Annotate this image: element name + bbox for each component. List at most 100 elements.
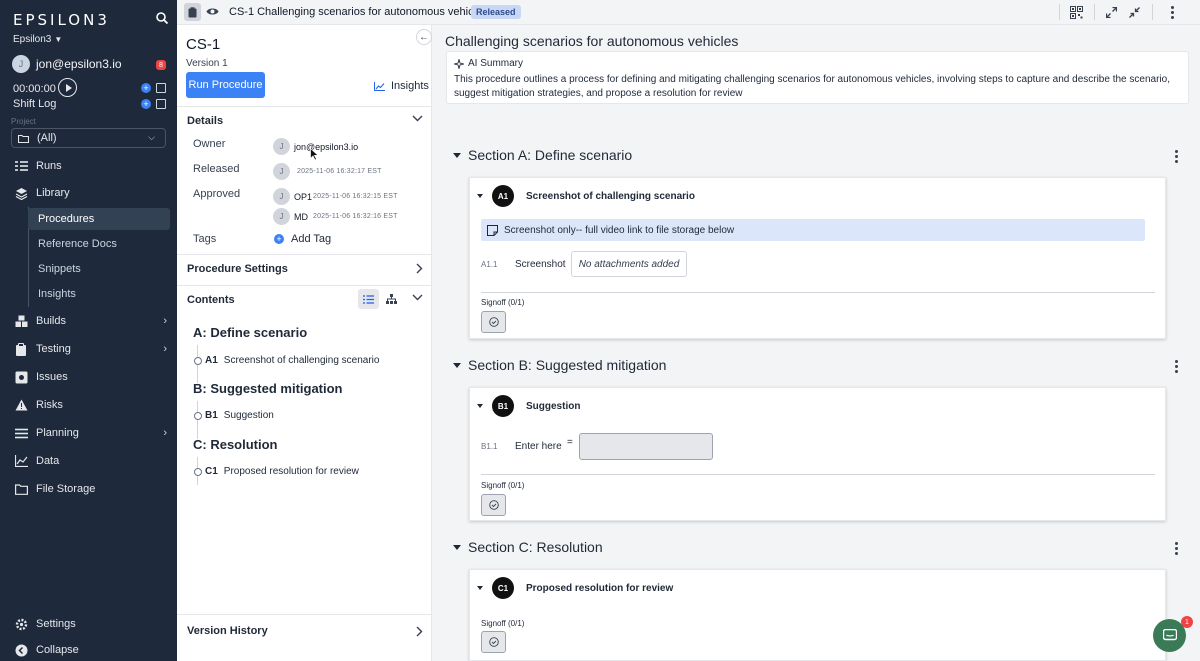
sparkle-icon <box>454 58 464 69</box>
project-select[interactable]: (All) ⌵ <box>11 128 166 148</box>
toc-step[interactable]: C1 Proposed resolution for review <box>194 466 359 477</box>
tree-view-button[interactable] <box>381 289 402 309</box>
toc-section[interactable]: C: Resolution <box>193 437 278 452</box>
toc-step[interactable]: B1 Suggestion <box>194 410 274 421</box>
run-procedure-button[interactable]: Run Procedure <box>186 72 265 98</box>
nav-runs-label: Runs <box>36 160 62 172</box>
nav-procedures[interactable]: Procedures <box>28 208 170 230</box>
version-history-header[interactable]: Version History <box>177 614 432 646</box>
step-header[interactable]: C1 Proposed resolution for review <box>477 577 673 599</box>
nav-settings[interactable]: Settings <box>0 612 177 636</box>
attachment-field[interactable]: No attachments added <box>571 251 687 277</box>
nav-insights[interactable]: Insights <box>28 283 170 305</box>
notification-badge[interactable]: 8 <box>156 60 166 70</box>
approved-label: Approved <box>193 188 241 200</box>
nav-reference-docs[interactable]: Reference Docs <box>28 233 170 255</box>
step-header[interactable]: A1 Screenshot of challenging scenario <box>477 185 695 207</box>
add-shift-log-icon[interactable]: + <box>141 99 151 109</box>
play-timer-button[interactable] <box>58 78 77 97</box>
step-title: Suggestion <box>526 400 581 412</box>
sidebar: EPSILON3 Epsilon3 ▼ J jon@epsilon3.io 8 0… <box>0 0 177 661</box>
toc-section[interactable]: B: Suggested mitigation <box>193 381 343 396</box>
avatar: J <box>273 208 290 225</box>
nav-planning-label: Planning <box>36 427 79 439</box>
nav-file-storage[interactable]: File Storage <box>0 477 177 501</box>
user-menu[interactable]: J jon@epsilon3.io <box>12 55 122 73</box>
nav-library[interactable]: Library <box>0 181 177 205</box>
suggestion-input[interactable] <box>579 433 713 460</box>
add-timer-icon[interactable]: + <box>141 83 151 93</box>
clipboard-icon[interactable] <box>184 3 201 21</box>
section-header[interactable]: Section C: Resolution <box>453 539 603 555</box>
procedure-settings-header[interactable]: Procedure Settings <box>177 254 432 282</box>
expand-icon[interactable] <box>1102 3 1120 21</box>
procedure-settings-title: Procedure Settings <box>187 262 288 275</box>
step-status-icon <box>194 356 202 365</box>
nav-issues[interactable]: Issues <box>0 365 177 389</box>
insights-label: Insights <box>391 80 429 92</box>
play-icon <box>65 83 72 92</box>
nav-data[interactable]: Data <box>0 449 177 473</box>
warning-icon <box>14 398 28 412</box>
chat-icon <box>1162 629 1177 641</box>
qr-code-icon[interactable] <box>1067 3 1085 21</box>
section-menu-icon[interactable] <box>1172 542 1180 555</box>
shift-log-label[interactable]: Shift Log <box>13 98 56 110</box>
nav-builds-label: Builds <box>36 315 66 327</box>
nav-snippets[interactable]: Snippets <box>28 258 170 280</box>
nav-planning[interactable]: Planning › <box>0 421 177 445</box>
collapse-panel-button[interactable]: ← <box>416 29 432 45</box>
nav-testing[interactable]: Testing › <box>0 337 177 361</box>
folder-icon <box>14 482 28 496</box>
toc-step-id: A1 <box>205 355 218 366</box>
approver-role: MD <box>294 212 308 222</box>
caret-down-icon <box>453 362 461 368</box>
org-switcher[interactable]: Epsilon3 ▼ <box>13 34 62 45</box>
toc-step-title: Screenshot of challenging scenario <box>223 355 380 366</box>
section-header[interactable]: Section A: Define scenario <box>453 147 632 163</box>
list-view-button[interactable] <box>358 289 379 309</box>
clipboard-icon <box>14 342 28 356</box>
chevron-right-icon <box>416 263 423 274</box>
nav-risks[interactable]: Risks <box>0 393 177 417</box>
nav-collapse[interactable]: Collapse <box>0 638 177 661</box>
eye-icon[interactable] <box>206 6 219 17</box>
signoff-button[interactable] <box>481 311 506 333</box>
details-header[interactable]: Details <box>177 106 432 134</box>
ai-summary-label: AI Summary <box>468 58 524 69</box>
nav-runs[interactable]: Runs <box>0 154 177 178</box>
signoff-button[interactable] <box>481 631 506 653</box>
plus-icon: + <box>274 234 284 244</box>
section-header[interactable]: Section B: Suggested mitigation <box>453 357 666 373</box>
toc-section[interactable]: A: Define scenario <box>193 325 307 340</box>
issues-icon <box>14 370 28 384</box>
nav-builds[interactable]: Builds › <box>0 309 177 333</box>
insights-link[interactable]: Insights <box>374 80 429 92</box>
menu-icon <box>14 426 28 440</box>
step-status-icon <box>194 411 202 420</box>
approver-timestamp: 2025-11-06 16:32:15 EST <box>313 193 398 200</box>
nav-issues-label: Issues <box>36 371 68 383</box>
arrow-left-icon: ← <box>419 31 429 43</box>
more-options-icon[interactable] <box>1163 3 1181 21</box>
chevron-right-icon: › <box>163 343 167 355</box>
field-id: B1.1 <box>481 442 498 451</box>
shrink-icon[interactable] <box>1125 3 1143 21</box>
search-icon[interactable] <box>155 11 169 25</box>
top-bar: CS-1 Challenging scenarios for autonomou… <box>177 0 1200 25</box>
avatar: J <box>12 55 30 73</box>
check-circle-icon <box>488 637 499 647</box>
signoff-button[interactable] <box>481 494 506 516</box>
procedure-document: Challenging scenarios for autonomous veh… <box>433 25 1200 661</box>
signoff-label: Signoff (0/1) <box>481 619 525 628</box>
book-icon[interactable] <box>156 99 166 109</box>
section-menu-icon[interactable] <box>1172 360 1180 373</box>
section-menu-icon[interactable] <box>1172 150 1180 163</box>
add-tag-button[interactable]: + Add Tag <box>274 233 331 245</box>
step-header[interactable]: B1 Suggestion <box>477 395 580 417</box>
toc-step-id: C1 <box>205 466 218 477</box>
app-logo[interactable]: EPSILON3 <box>13 11 110 29</box>
chevron-down-icon <box>412 115 423 122</box>
toc-step[interactable]: A1 Screenshot of challenging scenario <box>194 355 379 366</box>
calendar-icon[interactable] <box>156 83 166 93</box>
